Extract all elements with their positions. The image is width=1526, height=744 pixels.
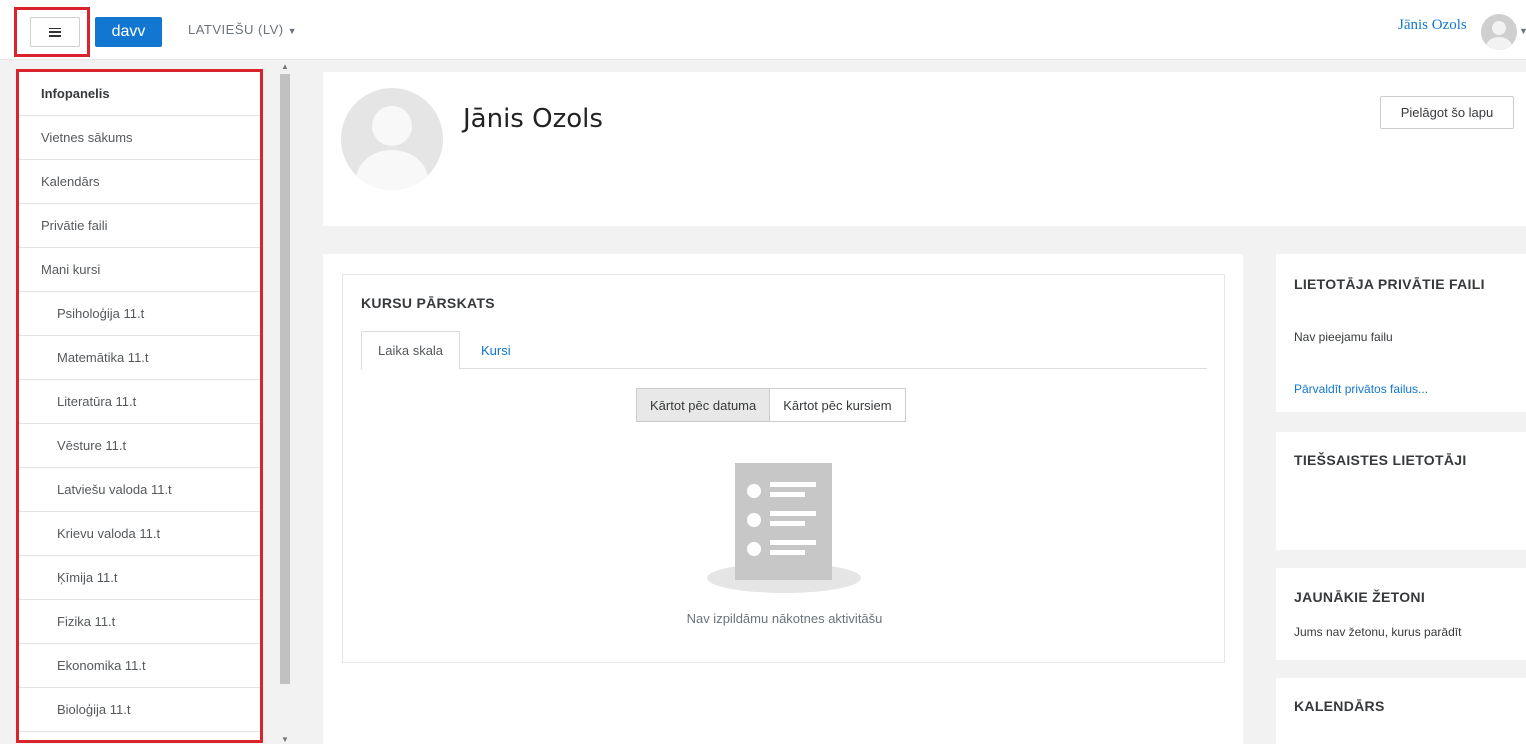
user-caret-down-icon[interactable]: ▼ bbox=[1519, 26, 1526, 36]
course-overview-block: KURSU PĀRSKATS Laika skala Kursi Kārtot … bbox=[342, 274, 1225, 663]
calendar-block: KALENDĀRS bbox=[1276, 678, 1526, 744]
hamburger-icon bbox=[49, 27, 61, 37]
drawer-item-my-courses[interactable]: Mani kursi bbox=[19, 248, 260, 292]
sort-button-group: Kārtot pēc datuma Kārtot pēc kursiem bbox=[636, 388, 906, 422]
block-title: LIETOTĀJA PRIVĀTIE FAILI bbox=[1294, 276, 1485, 292]
block-title: KURSU PĀRSKATS bbox=[361, 295, 495, 311]
drawer-item-private-files[interactable]: Privātie faili bbox=[19, 204, 260, 248]
drawer-scrollbar[interactable]: ▲ ▼ bbox=[278, 62, 292, 744]
scrollbar-thumb[interactable] bbox=[280, 74, 290, 684]
empty-list-icon bbox=[707, 463, 861, 598]
user-avatar-icon[interactable] bbox=[1481, 14, 1517, 50]
overview-tabs: Laika skala Kursi bbox=[361, 331, 1207, 370]
drawer-course-item[interactable]: Bioloģija 11.t bbox=[19, 688, 260, 732]
drawer-course-item[interactable]: Matemātika 11.t bbox=[19, 336, 260, 380]
main-region: KURSU PĀRSKATS Laika skala Kursi Kārtot … bbox=[323, 254, 1243, 744]
block-text: Jums nav žetonu, kurus parādīt bbox=[1294, 625, 1462, 639]
block-text: Nav pieejamu failu bbox=[1294, 330, 1393, 344]
tab-timeline[interactable]: Laika skala bbox=[361, 331, 461, 370]
block-title: KALENDĀRS bbox=[1294, 698, 1385, 714]
language-menu[interactable]: LATVIEŠU (LV) ▼ bbox=[188, 22, 297, 37]
menu-toggle-button[interactable] bbox=[30, 17, 80, 47]
sort-by-date-button[interactable]: Kārtot pēc datuma bbox=[636, 388, 770, 422]
user-menu-name[interactable]: Jānis Ozols bbox=[1398, 17, 1467, 34]
empty-message: Nav izpildāmu nākotnes aktivitāšu bbox=[686, 611, 883, 626]
manage-private-files-link[interactable]: Pārvaldīt privātos failus... bbox=[1294, 382, 1428, 396]
top-navbar: davv LATVIEŠU (LV) ▼ Jānis Ozols ▼ bbox=[0, 0, 1526, 60]
drawer-item-site-home[interactable]: Vietnes sākums bbox=[19, 116, 260, 160]
drawer-course-item[interactable]: Literatūra 11.t bbox=[19, 380, 260, 424]
sort-by-course-button[interactable]: Kārtot pēc kursiem bbox=[769, 388, 906, 422]
drawer-item-calendar[interactable]: Kalendārs bbox=[19, 160, 260, 204]
drawer-course-item[interactable]: Vēsture 11.t bbox=[19, 424, 260, 468]
drawer-course-item[interactable]: Ķīmija 11.t bbox=[19, 556, 260, 600]
tab-courses[interactable]: Kursi bbox=[465, 331, 527, 369]
profile-avatar-icon bbox=[341, 88, 443, 190]
customise-page-button[interactable]: Pielāgot šo lapu bbox=[1380, 96, 1514, 129]
drawer-course-item[interactable]: Psiholoģija 11.t bbox=[19, 292, 260, 336]
private-files-block: LIETOTĀJA PRIVĀTIE FAILI Nav pieejamu fa… bbox=[1276, 254, 1526, 412]
language-label: LATVIEŠU (LV) bbox=[188, 22, 284, 37]
drawer-course-item[interactable]: Ekonomika 11.t bbox=[19, 644, 260, 688]
page-header: Jānis Ozols Pielāgot šo lapu bbox=[323, 72, 1526, 226]
drawer-course-item[interactable]: Latviešu valoda 11.t bbox=[19, 468, 260, 512]
online-users-block: TIEŠSAISTES LIETOTĀJI bbox=[1276, 432, 1526, 550]
drawer-course-item[interactable]: Fizika 11.t bbox=[19, 600, 260, 644]
drawer-course-item[interactable]: Krievu valoda 11.t bbox=[19, 512, 260, 556]
caret-down-icon: ▼ bbox=[287, 25, 298, 36]
latest-badges-block: JAUNĀKIE ŽETONI Jums nav žetonu, kurus p… bbox=[1276, 568, 1526, 660]
scroll-down-arrow-icon[interactable]: ▼ bbox=[281, 735, 289, 744]
drawer-item-dashboard[interactable]: Infopanelis bbox=[19, 72, 260, 116]
nav-drawer: Infopanelis Vietnes sākums Kalendārs Pri… bbox=[19, 72, 260, 740]
scroll-up-arrow-icon[interactable]: ▲ bbox=[281, 62, 289, 71]
block-title: JAUNĀKIE ŽETONI bbox=[1294, 589, 1426, 605]
page-title: Jānis Ozols bbox=[463, 104, 603, 134]
block-title: TIEŠSAISTES LIETOTĀJI bbox=[1294, 452, 1467, 468]
site-brand[interactable]: davv bbox=[95, 17, 162, 47]
